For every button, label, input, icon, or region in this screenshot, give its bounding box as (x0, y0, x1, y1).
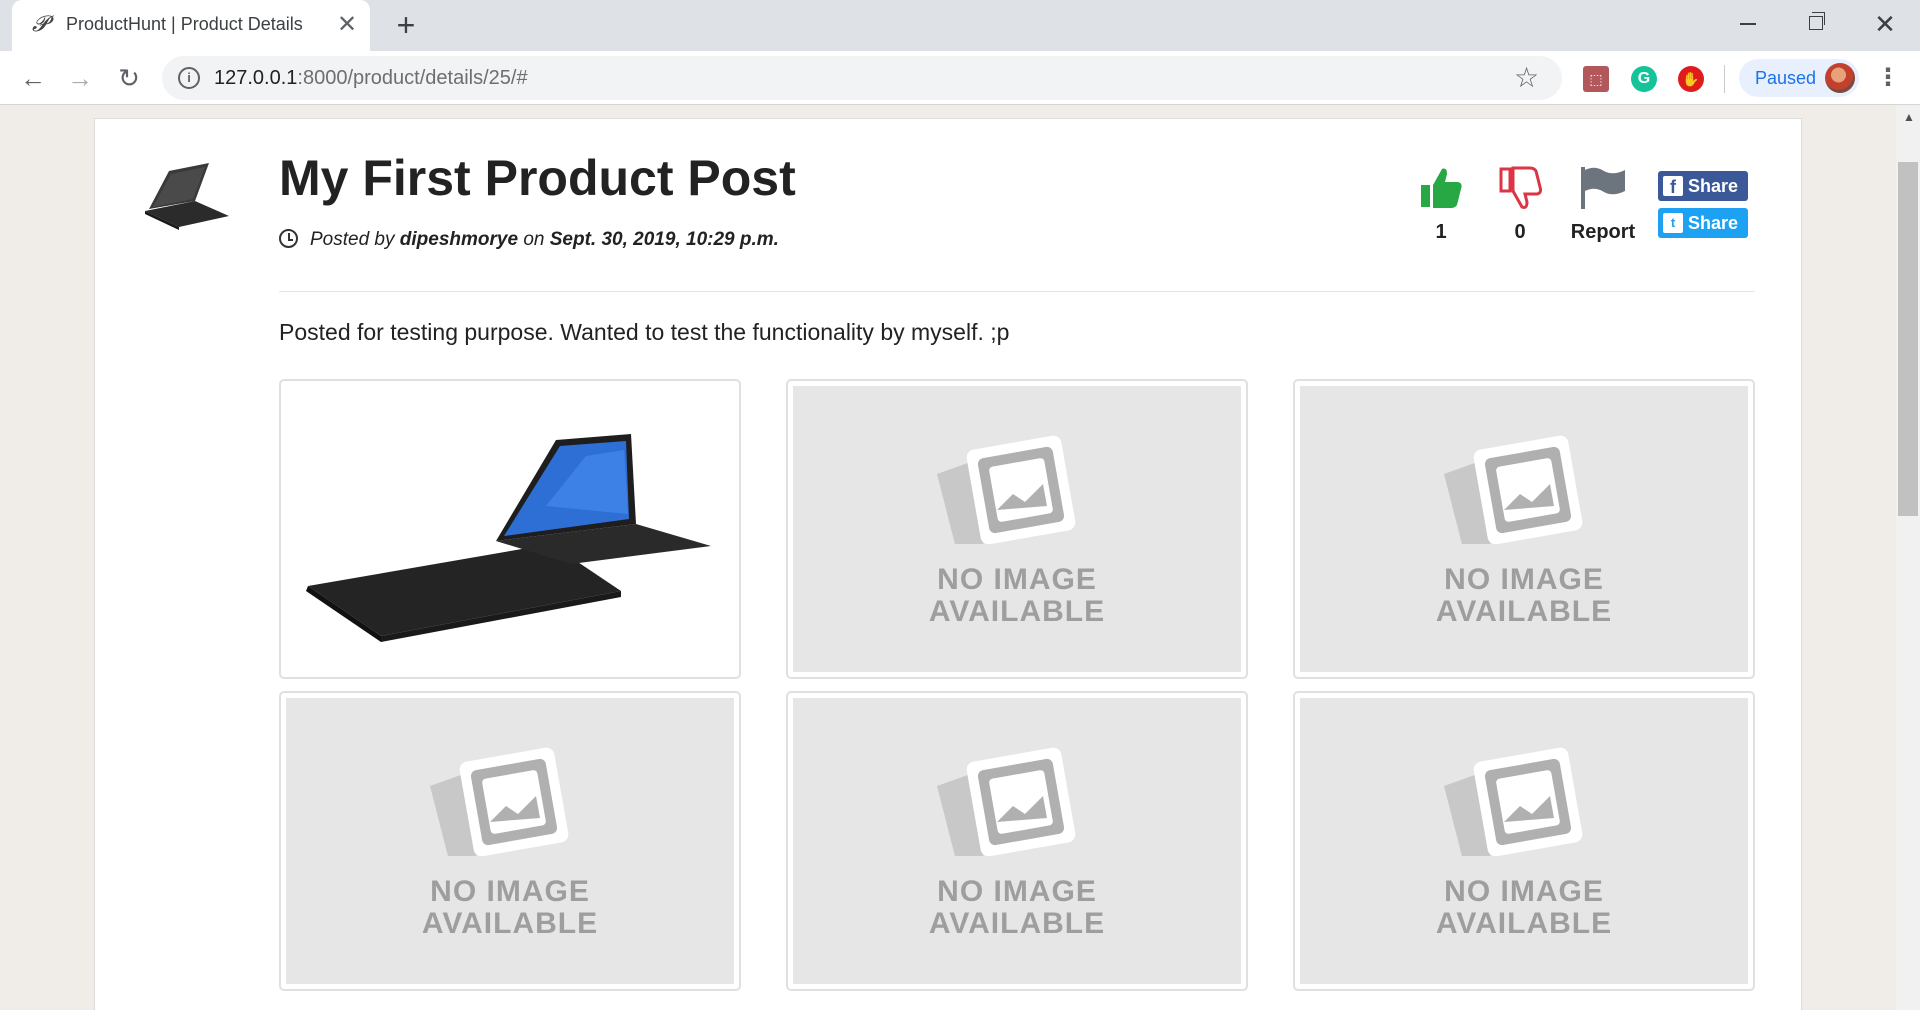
product-card: My First Product Post Posted by dipeshmo… (94, 118, 1802, 1010)
facebook-share-button[interactable]: f Share (1658, 171, 1748, 201)
window-minimize-button[interactable] (1718, 8, 1778, 40)
adblock-icon[interactable]: ✋ (1678, 66, 1704, 92)
gallery-image-placeholder[interactable]: NO IMAGE AVAILABLE (1293, 691, 1755, 991)
producthunt-favicon-icon: 𝓟 (32, 12, 48, 37)
reload-button[interactable]: ↻ (112, 61, 146, 95)
page-title: My First Product Post (279, 150, 796, 206)
no-image-icon (1444, 747, 1583, 856)
post-date: Sept. 30, 2019, 10:29 p.m. (549, 229, 779, 250)
flag-icon (1581, 167, 1625, 209)
product-icon-image (145, 163, 229, 230)
twitter-share-button[interactable]: t Share (1658, 208, 1748, 238)
profile-button[interactable]: Paused (1739, 59, 1859, 97)
post-meta: Posted by dipeshmorye on Sept. 30, 2019,… (279, 229, 779, 251)
no-image-icon (430, 747, 569, 856)
no-image-text: NO IMAGE AVAILABLE (1435, 875, 1613, 940)
no-image-text: NO IMAGE AVAILABLE (1435, 563, 1613, 628)
thumbs-down-icon (1499, 166, 1543, 209)
author-link[interactable]: dipeshmorye (400, 229, 518, 250)
no-image-icon (1444, 435, 1583, 544)
report-label: Report (1570, 221, 1636, 243)
forward-button[interactable]: → (63, 61, 97, 95)
back-button[interactable]: ← (16, 61, 50, 95)
bookmark-star-icon[interactable]: ☆ (1514, 62, 1539, 94)
browser-titlebar: 𝓟 ProductHunt | Product Details ✕ + ✕ (0, 0, 1920, 51)
no-image-icon (937, 435, 1076, 544)
downvote-button[interactable]: 0 (1480, 165, 1560, 244)
scroll-up-arrow-icon[interactable]: ▲ (1903, 110, 1915, 124)
gallery-image-laptop[interactable] (279, 379, 741, 679)
facebook-icon: f (1663, 176, 1683, 197)
browser-toolbar: ← → ↻ i 127.0.0.1:8000/product/details/2… (0, 51, 1920, 105)
window-restore-button[interactable] (1786, 8, 1846, 40)
tab-close-icon[interactable]: ✕ (334, 12, 360, 38)
gallery-image-placeholder[interactable]: NO IMAGE AVAILABLE (279, 691, 741, 991)
page-viewport: My First Product Post Posted by dipeshmo… (0, 106, 1920, 1010)
twitter-icon: t (1663, 213, 1683, 233)
profile-status: Paused (1755, 68, 1817, 88)
no-image-text: NO IMAGE AVAILABLE (928, 875, 1106, 940)
laptop-photo (306, 434, 711, 642)
new-tab-button[interactable]: + (390, 9, 422, 41)
browser-menu-icon[interactable]: ⋮ (1876, 63, 1900, 93)
address-bar[interactable]: i 127.0.0.1:8000/product/details/25/# ☆ (162, 56, 1562, 100)
gallery-image-placeholder[interactable]: NO IMAGE AVAILABLE (786, 691, 1248, 991)
site-info-icon[interactable]: i (178, 67, 200, 89)
scrollbar-thumb[interactable] (1898, 162, 1918, 516)
gallery-image-placeholder[interactable]: NO IMAGE AVAILABLE (786, 379, 1248, 679)
no-image-text: NO IMAGE AVAILABLE (928, 563, 1106, 628)
toolbar-separator (1724, 65, 1725, 93)
url-text[interactable]: 127.0.0.1:8000/product/details/25/# (214, 67, 528, 90)
browser-tab[interactable]: 𝓟 ProductHunt | Product Details ✕ (12, 0, 370, 51)
downvote-count: 0 (1514, 221, 1526, 243)
gallery-image-placeholder[interactable]: NO IMAGE AVAILABLE (1293, 379, 1755, 679)
no-image-text: NO IMAGE AVAILABLE (421, 875, 599, 940)
upvote-count: 1 (1435, 221, 1447, 243)
product-description: Posted for testing purpose. Wanted to te… (279, 319, 1010, 345)
no-image-icon (937, 747, 1076, 856)
upvote-button[interactable]: 1 (1401, 165, 1481, 244)
thumbs-up-icon (1421, 168, 1462, 208)
window-close-button[interactable]: ✕ (1855, 8, 1915, 40)
avatar (1825, 63, 1855, 93)
divider (279, 291, 1755, 292)
clock-icon (279, 229, 298, 248)
page-scrollbar[interactable]: ▲ (1896, 106, 1920, 1010)
report-button[interactable]: Report (1553, 165, 1653, 244)
grammarly-icon[interactable]: G (1631, 66, 1657, 92)
tab-title: ProductHunt | Product Details (66, 14, 303, 34)
pdf-extension-icon[interactable]: ⬚ (1583, 66, 1609, 92)
